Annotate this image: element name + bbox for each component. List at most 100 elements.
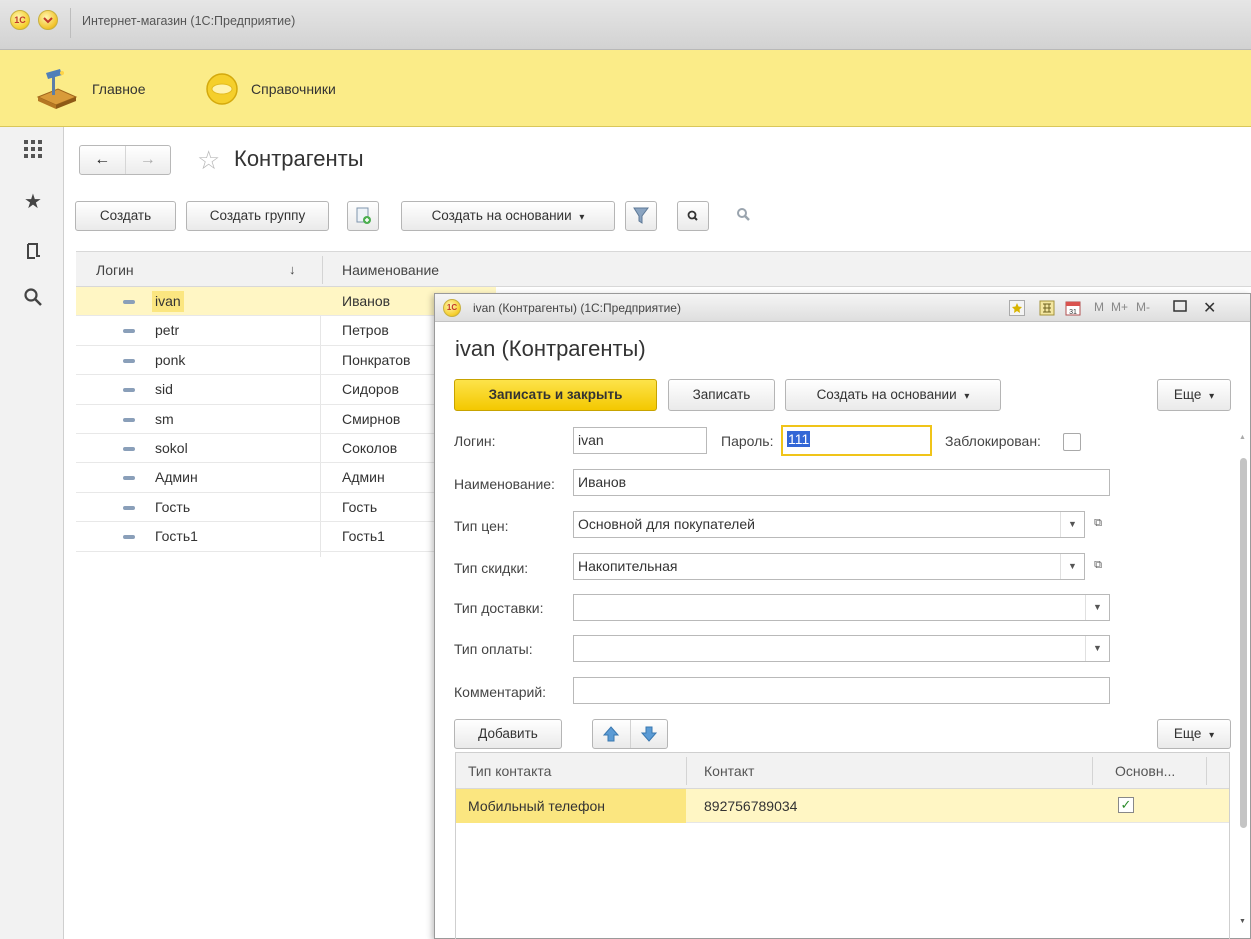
history-icon[interactable] — [22, 241, 44, 263]
back-arrow-icon[interactable]: ← — [80, 146, 126, 174]
dialog-window-title: ivan (Контрагенты) (1С:Предприятие) — [473, 301, 681, 315]
memory-m-button[interactable]: M — [1094, 300, 1104, 314]
table-row[interactable]: ponk Понкратов — [76, 346, 496, 376]
name-label: Наименование: — [454, 476, 555, 492]
create-group-button[interactable]: Создать группу — [186, 201, 329, 231]
name-input[interactable]: Иванов — [573, 469, 1110, 496]
more-button[interactable]: Еще ▾ — [1157, 719, 1231, 749]
apps-grid-icon[interactable] — [22, 139, 44, 161]
section-catalogs[interactable]: Справочники — [205, 50, 336, 127]
add-button[interactable]: Добавить — [454, 719, 562, 749]
create-button[interactable]: Создать — [75, 201, 176, 231]
vertical-scrollbar[interactable]: ▲ ▼ — [1237, 434, 1249, 934]
filter-button[interactable] — [625, 201, 657, 231]
calendar-icon[interactable]: 31 — [1065, 300, 1081, 319]
table-row[interactable]: sid Сидоров — [76, 375, 496, 405]
scroll-down-icon[interactable]: ▼ — [1239, 918, 1246, 925]
window-title-bar: 1С Интернет-магазин (1С:Предприятие) — [0, 0, 1251, 50]
main-contact-checkbox[interactable]: ✓ — [1118, 797, 1134, 813]
favorites-star-icon[interactable]: ★ — [22, 191, 44, 213]
cancel-search-button[interactable] — [729, 201, 761, 231]
main-menu-icon[interactable] — [38, 10, 58, 30]
comment-label: Комментарий: — [454, 684, 547, 700]
comment-input[interactable] — [573, 677, 1110, 704]
table-row[interactable]: sokol Соколов — [76, 434, 496, 464]
login-input[interactable]: ivan — [573, 427, 707, 454]
password-input[interactable]: 111 — [781, 425, 932, 456]
more-button[interactable]: Еще ▾ — [1157, 379, 1231, 411]
cell-login: ponk — [155, 351, 186, 368]
move-down-icon[interactable] — [631, 720, 668, 748]
column-separator — [686, 757, 687, 785]
scroll-up-icon[interactable]: ▲ — [1239, 434, 1246, 441]
chevron-down-icon[interactable]: ▼ — [1085, 595, 1109, 620]
table-row[interactable]: Гость1 Гость1 — [76, 522, 496, 552]
column-name[interactable]: Наименование — [342, 252, 439, 288]
copy-button[interactable] — [347, 201, 379, 231]
column-main[interactable]: Основн... — [1115, 753, 1175, 789]
password-label: Пароль: — [721, 433, 774, 449]
column-login[interactable]: Логин — [96, 252, 134, 288]
cell-login: sm — [155, 410, 174, 427]
favorite-star-icon[interactable]: ☆ — [197, 145, 220, 175]
form-heading: ivan (Контрагенты) — [455, 336, 646, 361]
copy-add-icon — [356, 207, 371, 224]
discount-type-select[interactable]: Накопительная ▼ — [573, 553, 1085, 580]
create-based-on-label: Создать на основании — [431, 208, 572, 223]
table-row[interactable]: Гость Гость — [76, 493, 496, 523]
open-icon[interactable]: ⧉ — [1087, 553, 1109, 578]
scrollbar-thumb[interactable] — [1240, 458, 1247, 828]
save-and-close-button[interactable]: Записать и закрыть — [454, 379, 657, 411]
chevron-down-icon: ▾ — [579, 212, 585, 223]
move-up-icon[interactable] — [593, 720, 631, 748]
column-contact[interactable]: Контакт — [704, 753, 754, 789]
table-row[interactable]: ivan Иванов — [76, 287, 496, 317]
blocked-checkbox[interactable] — [1063, 433, 1081, 451]
open-icon[interactable]: ⧉ — [1087, 511, 1109, 536]
memory-minus-button[interactable]: M- — [1136, 300, 1150, 314]
1c-logo-icon: 1С — [443, 299, 461, 317]
chevron-down-icon: ▾ — [964, 391, 970, 402]
sort-down-arrow-icon[interactable]: ↓ — [289, 252, 296, 288]
price-type-value: Основной для покупателей — [578, 516, 755, 532]
close-icon[interactable]: ✕ — [1203, 298, 1216, 318]
table-row[interactable]: sm Смирнов — [76, 405, 496, 434]
maximize-icon[interactable] — [1173, 299, 1187, 316]
cell-name: Понкратов — [342, 351, 411, 368]
table-row[interactable]: petr Петров — [76, 316, 496, 346]
create-based-on-button[interactable]: Создать на основании ▾ — [785, 379, 1001, 411]
item-marker-icon — [123, 446, 135, 451]
forward-arrow-icon[interactable]: → — [126, 146, 171, 174]
table-row[interactable]: Админ Админ — [76, 463, 496, 493]
contacts-table: Тип контакта Контакт Основн... Мобильный… — [455, 752, 1230, 939]
cell-login: sokol — [155, 439, 188, 456]
cell-name: Сидоров — [342, 381, 399, 398]
favorites-star-icon[interactable] — [1009, 300, 1025, 319]
cell-login: Гость1 — [155, 528, 198, 545]
navigation-buttons: ← → — [79, 145, 171, 175]
column-separator — [322, 256, 323, 284]
create-based-on-button[interactable]: Создать на основании ▾ — [401, 201, 615, 231]
section-main[interactable]: Главное — [32, 50, 146, 127]
chevron-down-icon[interactable]: ▼ — [1060, 554, 1084, 579]
save-button[interactable]: Записать — [668, 379, 775, 411]
chevron-down-icon: ▾ — [1209, 730, 1215, 741]
price-type-select[interactable]: Основной для покупателей ▼ — [573, 511, 1085, 538]
delivery-type-select[interactable]: ▼ — [573, 594, 1110, 621]
column-contact-type[interactable]: Тип контакта — [468, 753, 551, 789]
section-main-label: Главное — [92, 80, 146, 97]
memory-plus-button[interactable]: M+ — [1111, 300, 1128, 314]
item-form-window: 1С ivan (Контрагенты) (1С:Предприятие) 3… — [434, 293, 1251, 939]
payment-type-select[interactable]: ▼ — [573, 635, 1110, 662]
page-title: Контрагенты — [234, 146, 364, 171]
chevron-down-icon[interactable]: ▼ — [1060, 512, 1084, 537]
password-value: 111 — [787, 431, 811, 447]
1c-logo-icon[interactable]: 1С — [10, 10, 30, 30]
find-button[interactable] — [677, 201, 709, 231]
chevron-down-icon[interactable]: ▼ — [1085, 636, 1109, 661]
calculator-icon[interactable] — [1039, 300, 1055, 319]
search-icon[interactable] — [22, 287, 44, 309]
payment-type-label: Тип оплаты: — [454, 641, 533, 657]
cell-name: Гость — [342, 498, 378, 515]
table-row[interactable]: Мобильный телефон 892756789034 ✓ — [456, 789, 1229, 823]
